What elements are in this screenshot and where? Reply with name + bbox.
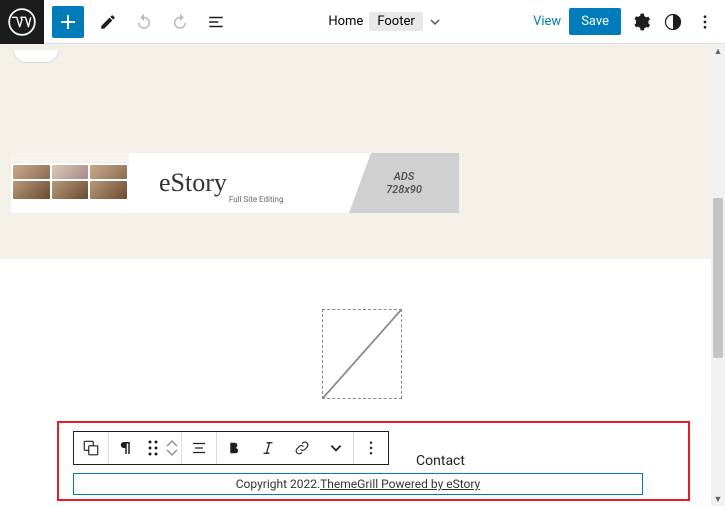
right-tools: View Save	[533, 8, 717, 35]
ad-thumbnail	[11, 153, 129, 213]
scroll-down-icon[interactable]: ▼	[711, 492, 725, 506]
list-view-button[interactable]	[200, 6, 232, 38]
edit-tool-button[interactable]	[92, 6, 124, 38]
wordpress-logo[interactable]	[0, 0, 44, 44]
ad-size-label: ADS 728x90	[349, 153, 459, 213]
ad-middle: eStory Full Site Editing	[129, 153, 349, 213]
ad-banner[interactable]: eStory Full Site Editing ADS 728x90	[10, 152, 460, 214]
breadcrumb-footer: Footer	[369, 12, 422, 31]
view-link[interactable]: View	[533, 14, 561, 29]
italic-button[interactable]	[251, 432, 285, 464]
breadcrumb-home: Home	[328, 14, 363, 29]
block-more-button[interactable]	[354, 432, 388, 464]
chevron-down-icon	[429, 16, 441, 28]
settings-button[interactable]	[629, 10, 653, 34]
scroll-thumb[interactable]	[713, 198, 723, 358]
drag-handle[interactable]	[143, 432, 163, 464]
add-block-button[interactable]	[52, 6, 84, 38]
ad-sub-text: Full Site Editing	[229, 195, 284, 213]
align-button[interactable]	[182, 432, 216, 464]
save-button[interactable]: Save	[569, 8, 621, 35]
pill-fragment	[13, 50, 59, 63]
copyright-paragraph[interactable]: Copyright 2022. ThemeGrill Powered by eS…	[73, 473, 643, 495]
undo-button[interactable]	[128, 6, 160, 38]
paragraph-icon-button[interactable]	[109, 432, 143, 464]
block-toolbar	[73, 431, 389, 465]
breadcrumb[interactable]: Home Footer	[236, 12, 533, 31]
canvas-lower: Home Archive Contact	[0, 259, 725, 506]
ad-brand-text: eStory	[159, 168, 227, 198]
more-format-button[interactable]	[319, 432, 353, 464]
copyright-prefix: Copyright 2022.	[236, 477, 320, 491]
nav-contact[interactable]: Contact	[416, 453, 465, 469]
bold-button[interactable]	[217, 432, 251, 464]
redo-button[interactable]	[164, 6, 196, 38]
styles-button[interactable]	[661, 10, 685, 34]
more-options-button[interactable]	[693, 10, 717, 34]
scrollbar[interactable]: ▲ ▼	[711, 44, 725, 506]
image-placeholder[interactable]	[322, 309, 402, 399]
link-button[interactable]	[285, 432, 319, 464]
canvas-upper: eStory Full Site Editing ADS 728x90	[0, 44, 725, 259]
copyright-link[interactable]: ThemeGrill Powered by eStory	[320, 477, 480, 491]
move-up-down[interactable]	[163, 432, 181, 464]
scroll-up-icon[interactable]: ▲	[711, 44, 725, 58]
editor-top-bar: Home Footer View Save	[0, 0, 725, 44]
block-type-button[interactable]	[74, 432, 108, 464]
